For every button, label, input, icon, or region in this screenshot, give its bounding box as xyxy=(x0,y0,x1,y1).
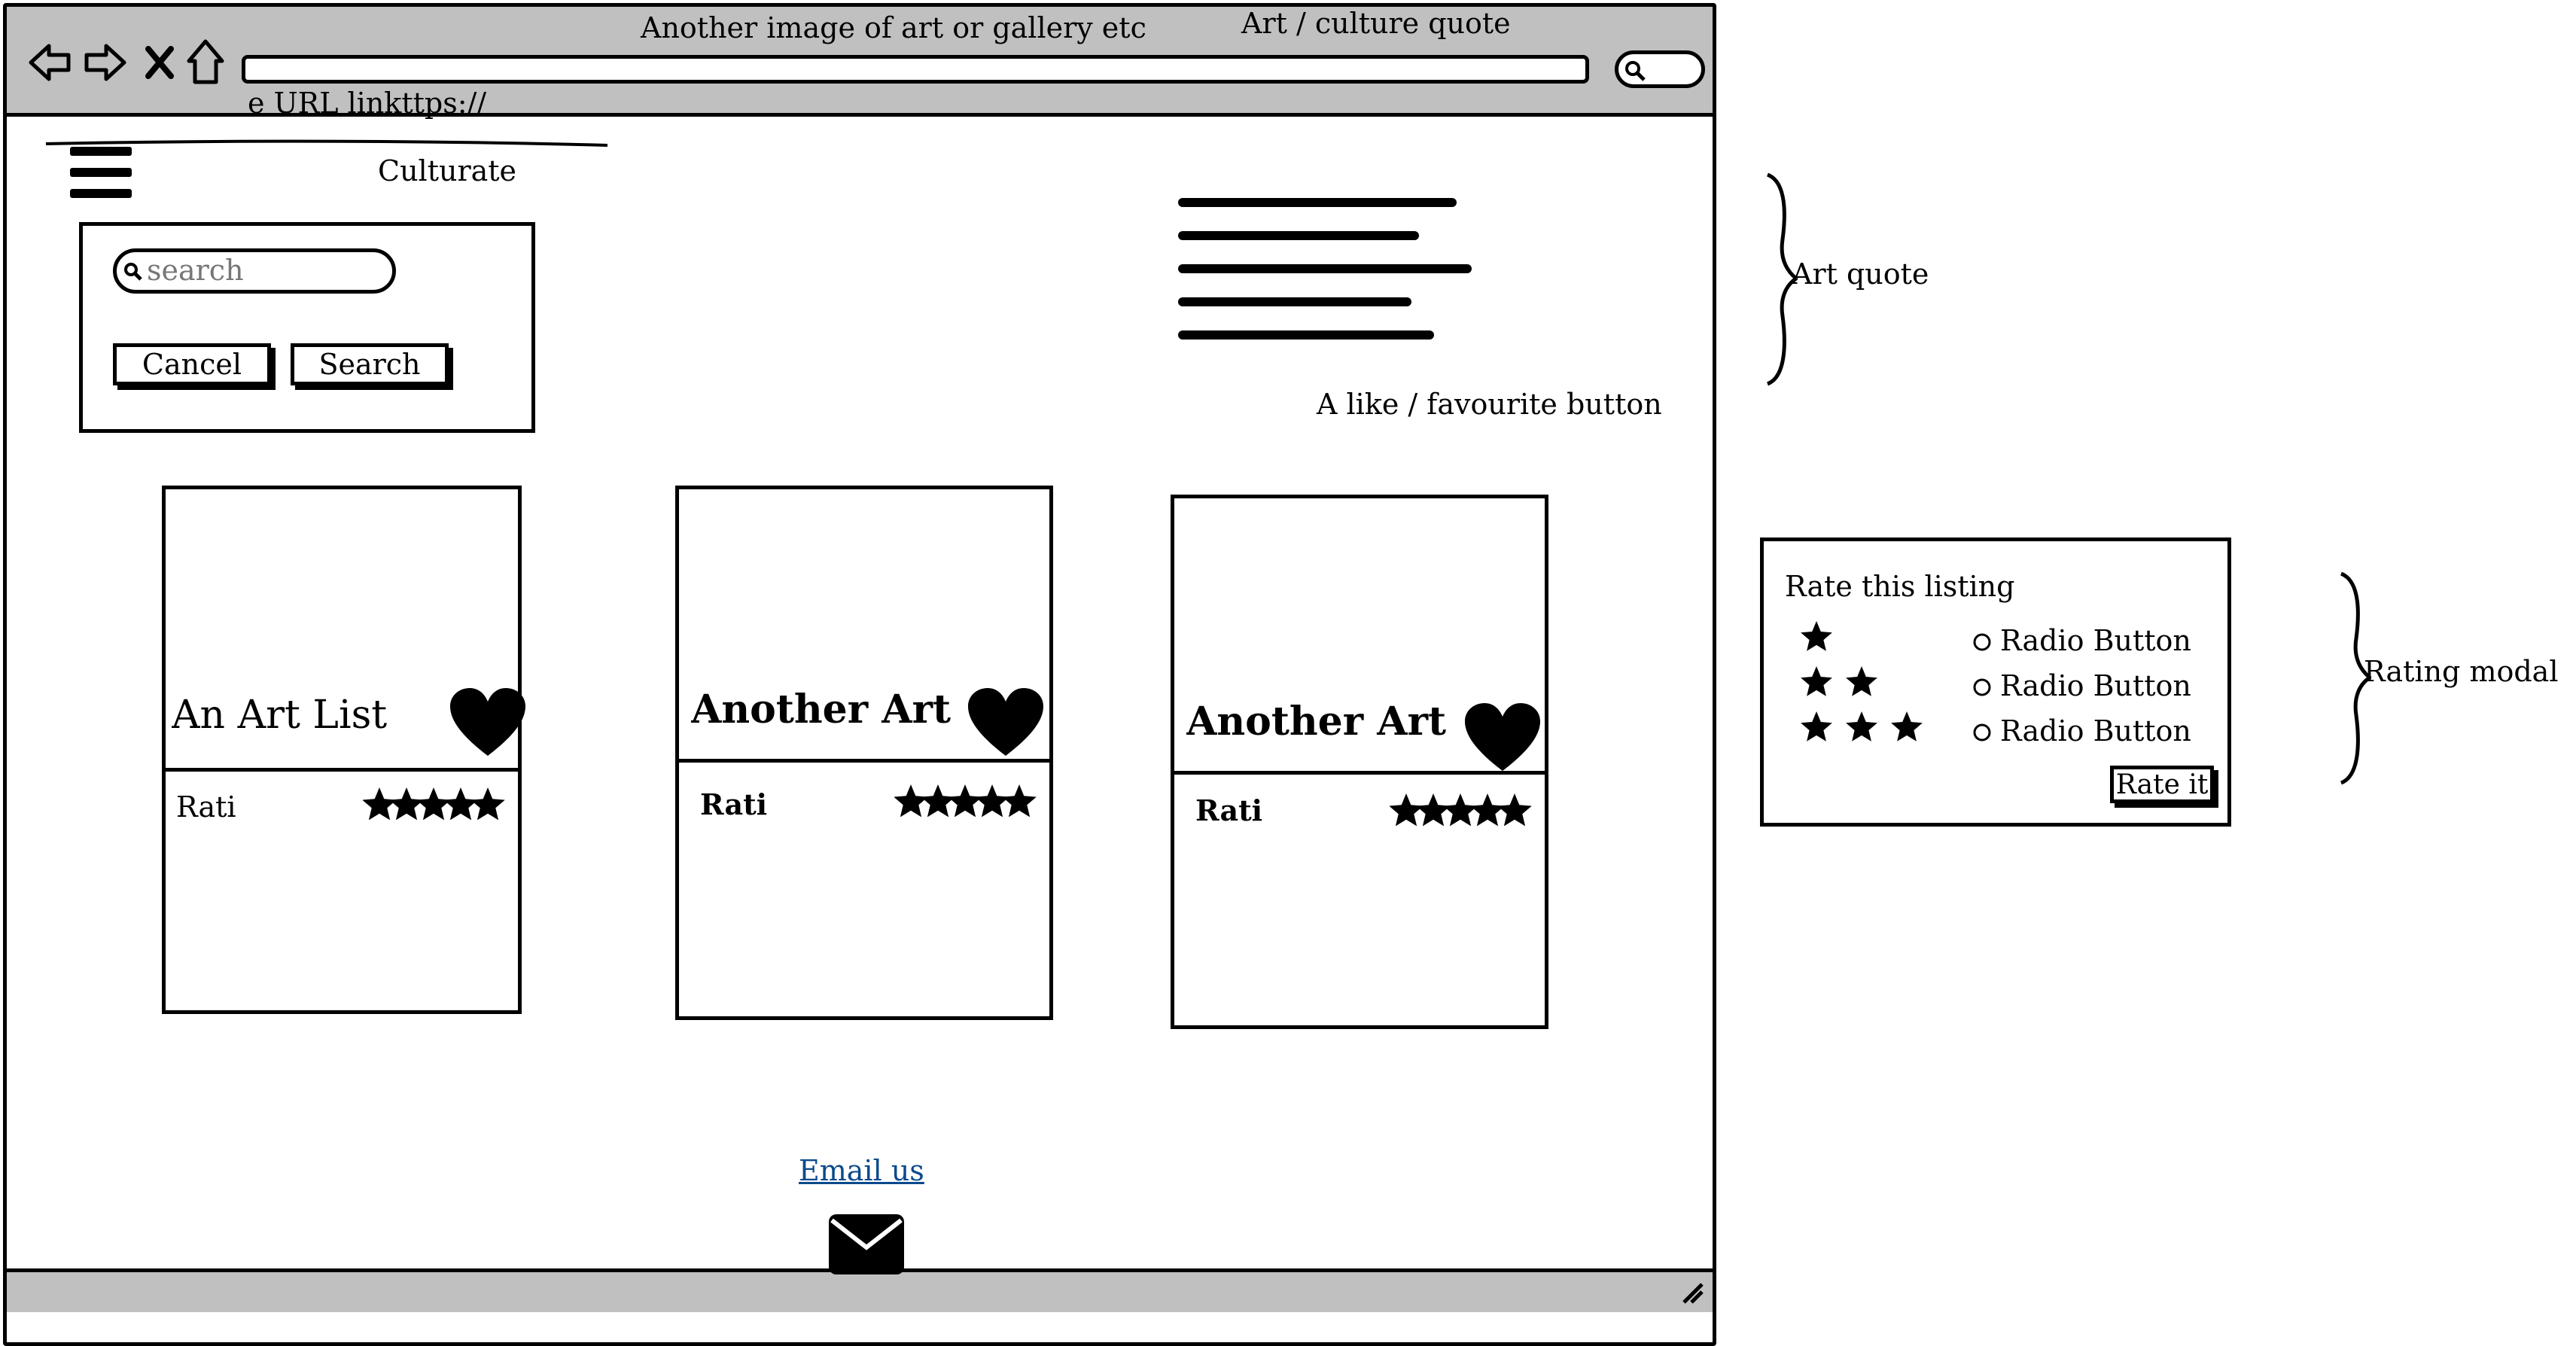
search-button[interactable]: Search xyxy=(291,343,449,385)
search-panel: search Cancel Search xyxy=(79,222,535,433)
star-icon xyxy=(443,787,478,821)
art-quote-text xyxy=(1178,195,1479,346)
browser-titlebar: Another image of art or gallery etc Art … xyxy=(7,7,1713,120)
star-icon xyxy=(1801,621,1832,651)
star-icon xyxy=(948,784,982,818)
star-icon xyxy=(416,787,451,821)
card-title: Another Art Lis xyxy=(691,687,962,732)
hamburger-icon[interactable] xyxy=(67,142,135,206)
heart-icon[interactable] xyxy=(449,687,527,759)
search-input[interactable]: search xyxy=(113,248,396,294)
star-icon xyxy=(1801,711,1923,742)
star-icon xyxy=(1891,711,1923,742)
star-icon xyxy=(894,784,928,818)
star-icon xyxy=(470,787,505,821)
star-icon xyxy=(1801,711,1832,742)
search-placeholder: search xyxy=(147,254,244,287)
star-icon xyxy=(894,784,1037,818)
rating-modal: Rate this listing Radio Button Radio But… xyxy=(1760,537,2231,827)
card-title: Another Art Lis xyxy=(1186,699,1457,745)
rating-modal-annotation: Rating modal xyxy=(2364,655,2559,688)
email-icon[interactable] xyxy=(827,1213,906,1276)
art-quote-annotation: Art quote xyxy=(1792,257,1929,291)
star-icon xyxy=(1390,793,1423,827)
star-icon xyxy=(1390,793,1532,827)
like-button-annotation: A like / favourite button xyxy=(1317,388,1662,421)
star-icon xyxy=(1846,711,1877,742)
heart-icon[interactable] xyxy=(1463,702,1542,774)
star-icon xyxy=(1416,793,1451,827)
card-rating-label: Rati xyxy=(176,790,236,824)
star-icon xyxy=(975,784,1009,818)
radio-icon[interactable] xyxy=(1972,632,1993,653)
art-card[interactable]: Another Art Lis Rati xyxy=(1171,495,1548,1029)
browser-title-quote: Art / culture quote xyxy=(1241,7,1511,40)
close-icon[interactable] xyxy=(142,43,177,82)
star-icon xyxy=(1002,784,1037,818)
email-us-link[interactable]: Email us xyxy=(799,1154,924,1187)
radio-icon[interactable] xyxy=(1972,722,1993,743)
resize-icon[interactable] xyxy=(1676,1277,1707,1307)
home-icon[interactable] xyxy=(184,37,227,87)
search-icon xyxy=(124,263,142,281)
card-rating-label: Rati xyxy=(1195,793,1263,827)
star-icon xyxy=(363,787,505,821)
star-icon xyxy=(921,784,955,818)
star-icon xyxy=(363,787,397,821)
cancel-button[interactable]: Cancel xyxy=(113,343,271,385)
back-icon[interactable] xyxy=(26,40,73,85)
star-icon xyxy=(1846,666,1877,696)
site-name: Culturate xyxy=(378,154,517,187)
rating-modal-title: Rate this listing xyxy=(1785,570,2015,603)
radio-option-label: Radio Button xyxy=(2000,714,2191,748)
star-icon xyxy=(1801,666,1877,696)
radio-option-label: Radio Button xyxy=(2000,669,2191,702)
rate-it-button[interactable]: Rate it xyxy=(2110,766,2214,803)
card-title: An Art List xyxy=(172,693,388,738)
forward-icon[interactable] xyxy=(82,40,129,85)
star-icon xyxy=(1443,793,1478,827)
star-icon xyxy=(1470,793,1505,827)
browser-title-image: Another image of art or gallery etc xyxy=(641,11,1146,44)
star-icon xyxy=(1497,793,1532,827)
card-rating-label: Rati xyxy=(700,787,768,821)
star-icon xyxy=(1801,621,1832,651)
url-bar[interactable] xyxy=(242,55,1589,84)
url-text: e URL linkttps:// xyxy=(248,87,487,120)
browser-search-field[interactable] xyxy=(1615,50,1705,88)
art-card[interactable]: Another Art Lis Rati xyxy=(675,486,1053,1020)
star-icon xyxy=(389,787,424,821)
search-icon xyxy=(1625,61,1646,81)
radio-option-label: Radio Button xyxy=(2000,624,2191,657)
radio-icon[interactable] xyxy=(1972,677,1993,698)
heart-icon[interactable] xyxy=(967,687,1045,759)
star-icon xyxy=(1801,666,1832,696)
browser-window: Another image of art or gallery etc Art … xyxy=(3,3,1716,1346)
art-card[interactable]: An Art List Rati xyxy=(162,486,525,1014)
